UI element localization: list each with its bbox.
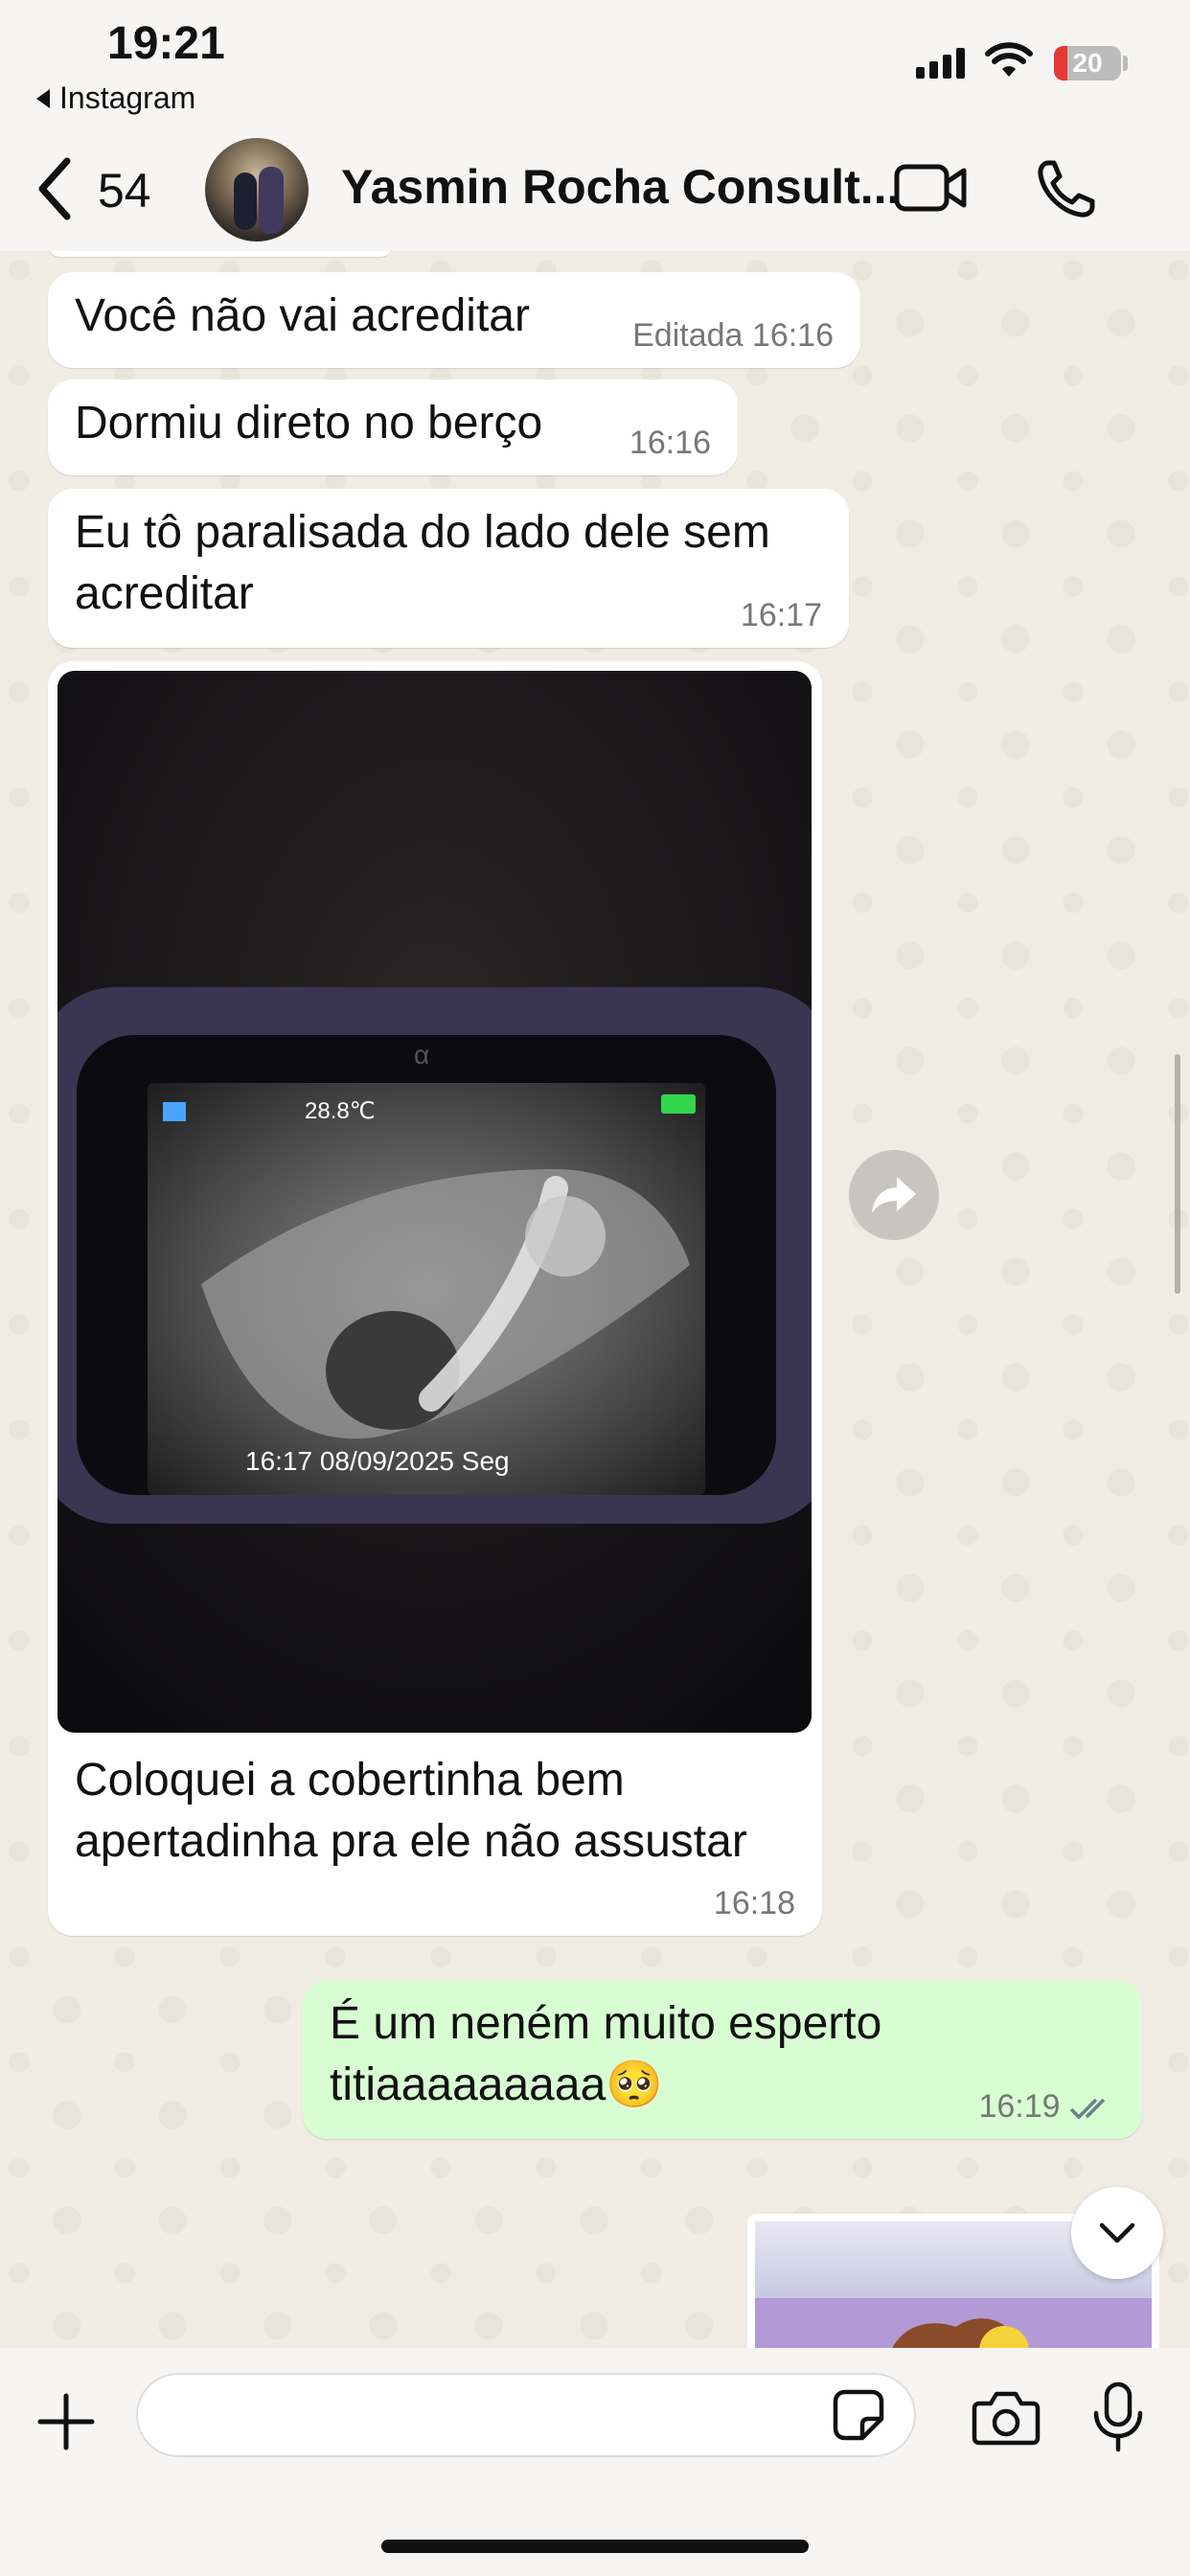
caption-line: Coloquei a cobertinha bem [75, 1755, 625, 1806]
chevron-left-icon[interactable] [34, 155, 77, 222]
status-bar: 19:21 Instagram 20 [0, 0, 1190, 134]
plus-icon[interactable] [36, 2392, 96, 2451]
cellular-signal-icon [916, 46, 965, 79]
monitor-brand: α [414, 1040, 429, 1070]
battery-level: 20 [1072, 48, 1103, 78]
phone-icon[interactable] [1035, 157, 1098, 220]
back-app-label: Instagram [59, 80, 196, 115]
camera-icon[interactable] [972, 2390, 1041, 2446]
back-triangle-icon [36, 88, 50, 108]
unread-count[interactable]: 54 [98, 163, 151, 218]
read-ticks-icon [1069, 2098, 1106, 2120]
caption-line: apertadinha pra ele não assustar [75, 1816, 747, 1867]
message-image[interactable]: 28.8℃ 16:17 08/09/2025 Seg α [57, 671, 812, 1733]
message-text: Eu tô paralisada do lado dele sem acredi… [75, 502, 770, 625]
message-line: Eu tô paralisada do lado dele sem [75, 507, 770, 558]
video-camera-icon[interactable] [893, 161, 970, 215]
battery-cap [1123, 56, 1128, 71]
message-time: 16:19 [978, 2088, 1061, 2125]
message-line: titiaaaaaaaaa🥺 [330, 2059, 664, 2110]
image-message-bubble[interactable]: 28.8℃ 16:17 08/09/2025 Seg α Coloquei a … [48, 661, 822, 1936]
message-line: É um neném muito esperto [330, 1998, 882, 2049]
message-time: 16:16 [751, 317, 834, 354]
chevron-down-icon [1099, 2222, 1135, 2243]
message-line: acreditar [75, 568, 254, 619]
message-time: 16:17 [740, 597, 822, 633]
home-indicator [381, 2540, 809, 2553]
sticker-icon[interactable] [832, 2388, 885, 2442]
outgoing-message-bubble[interactable]: É um neném muito esperto titiaaaaaaaaa🥺 … [303, 1980, 1142, 2139]
microphone-icon[interactable] [1090, 2380, 1146, 2453]
message-bubble[interactable]: Dormiu direto no berço 16:16 [48, 380, 738, 475]
wifi-icon [985, 42, 1033, 77]
message-time: 16:16 [629, 425, 711, 461]
message-bubble[interactable]: Eu tô paralisada do lado dele sem acredi… [48, 489, 849, 648]
message-bubble[interactable]: Você não vai acreditar Editada 16:16 [48, 272, 860, 368]
message-text: Você não vai acreditar [75, 290, 530, 341]
chat-wallpaper: Você não vai acreditar Editada 16:16 Dor… [0, 251, 1190, 2348]
message-text: É um neném muito esperto titiaaaaaaaaa🥺 [330, 1993, 881, 2116]
message-time: 16:18 [713, 1885, 795, 1921]
monitor-temperature: 28.8℃ [305, 1098, 376, 1124]
composer-bar [0, 2348, 1190, 2576]
baby-monitor-photo: 28.8℃ 16:17 08/09/2025 Seg α [57, 671, 812, 1733]
scroll-to-bottom-button[interactable] [1071, 2187, 1163, 2279]
forward-arrow-icon [872, 1177, 916, 1213]
avatar[interactable] [205, 138, 309, 242]
message-meta: 16:19 [978, 2088, 1115, 2126]
battery-icon: 20 [1054, 46, 1121, 80]
message-text: Dormiu direto no berço [75, 398, 543, 448]
forward-button[interactable] [849, 1150, 939, 1240]
message-input[interactable] [136, 2373, 916, 2457]
chat-header: 54 Yasmin Rocha Consult... [0, 134, 1190, 251]
edited-label: Editada [632, 317, 744, 354]
message-meta: Editada 16:16 [632, 317, 834, 355]
image-caption: Coloquei a cobertinha bem apertadinha pr… [75, 1750, 747, 1873]
scrollbar-thumb[interactable] [1175, 1054, 1180, 1294]
partial-message-bubble [48, 251, 393, 257]
monitor-timestamp: 16:17 08/09/2025 Seg [245, 1446, 510, 1476]
status-time: 19:21 [107, 18, 225, 69]
back-to-app-link[interactable]: Instagram [36, 80, 195, 116]
contact-name[interactable]: Yasmin Rocha Consult... [341, 159, 900, 215]
